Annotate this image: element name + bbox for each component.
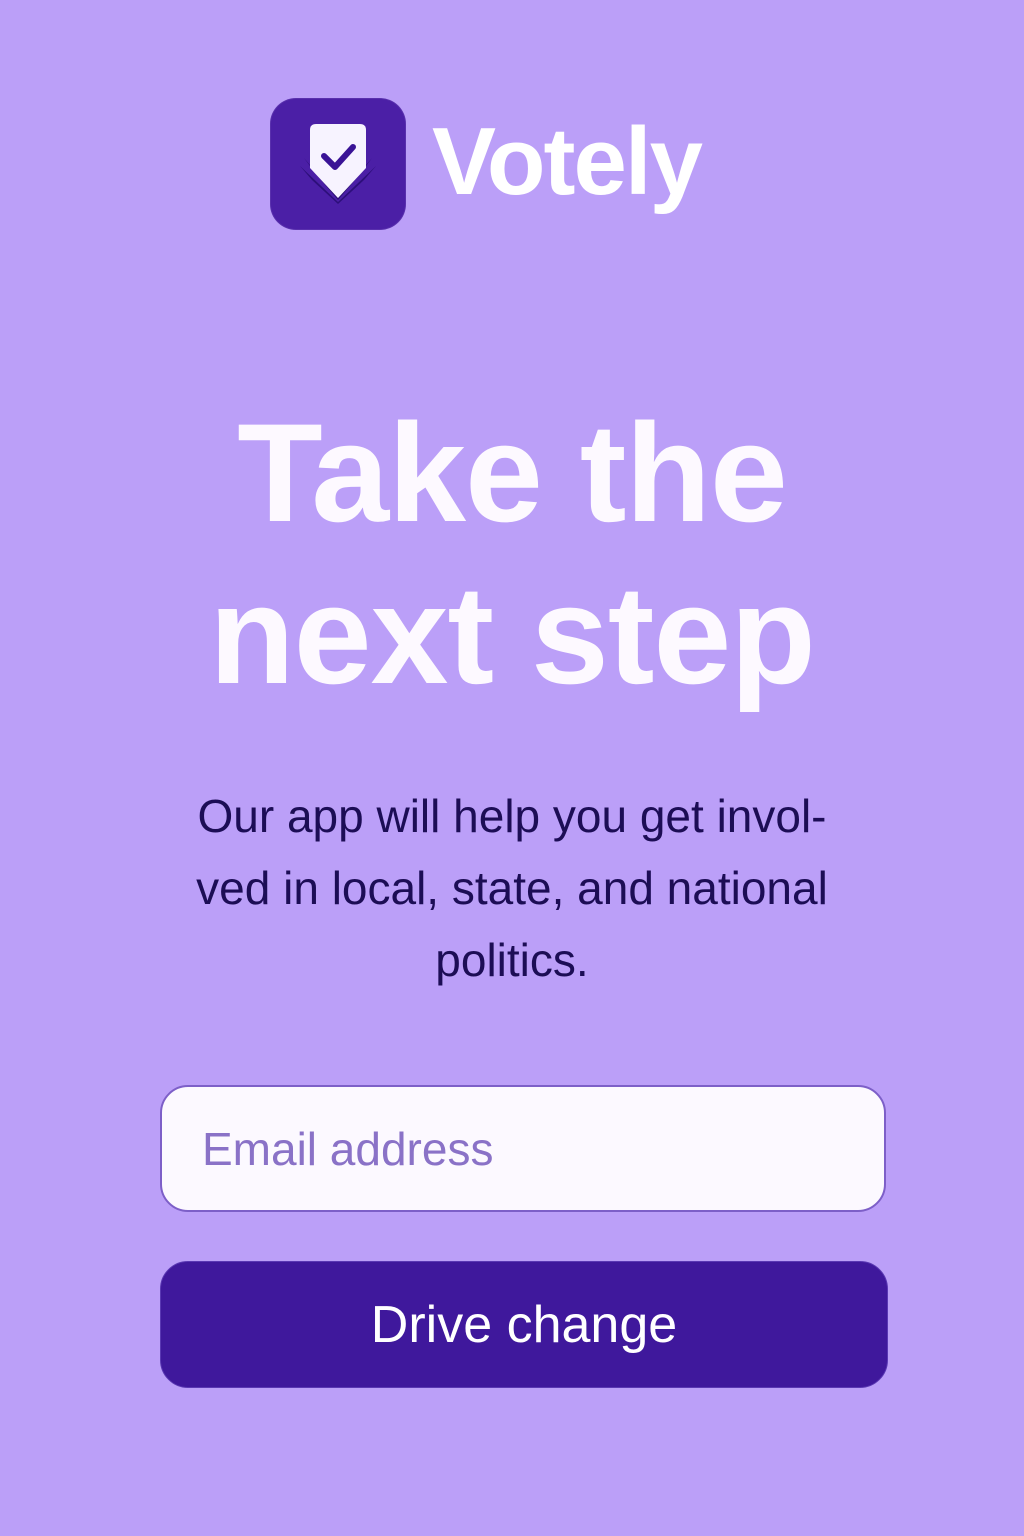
ballot-check-icon (270, 98, 406, 230)
drive-change-button[interactable]: Drive change (160, 1261, 888, 1388)
headline: Take the next step (0, 392, 1024, 716)
description-line: politics. (435, 934, 589, 986)
description-line: ved in local, state, and national (196, 862, 828, 914)
headline-line: next step (209, 556, 816, 713)
headline-line: Take the (237, 394, 788, 551)
brand-name: Votely (432, 108, 703, 215)
description-line: Our app will help you get invol- (197, 790, 827, 842)
brand-header: Votely (270, 98, 703, 230)
email-field[interactable] (160, 1085, 886, 1212)
description-text: Our app will help you get invol- ved in … (150, 780, 874, 996)
